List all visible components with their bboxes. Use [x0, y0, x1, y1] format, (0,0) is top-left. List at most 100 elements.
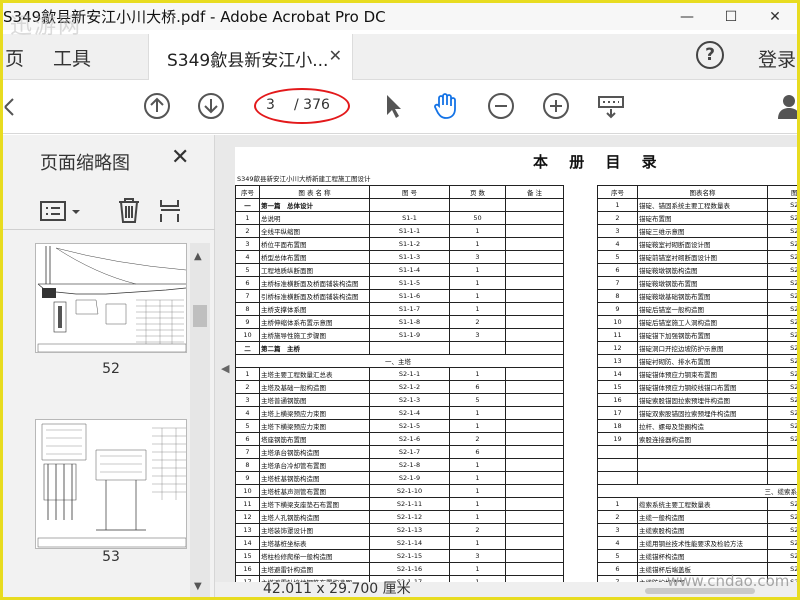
table-cell: S1-1-4 [369, 263, 450, 277]
document-view[interactable]: ◀ 本 册 目 录 S349歙县新安江小川大桥新建工程施工图设计 序号 图 表 … [215, 135, 797, 597]
table-cell [505, 289, 564, 303]
table-cell: 第一篇 总体设计 [259, 198, 370, 212]
scroll-thumb[interactable] [193, 305, 207, 327]
login-button[interactable]: 登录 [758, 45, 796, 72]
thumbnail-options-icon[interactable] [40, 198, 96, 224]
table-cell: 总说明 [259, 211, 370, 225]
keyboard-icon[interactable] [597, 92, 625, 120]
thumbnails-panel: 页面缩略图 ✕ 52 53 ▲ ▼ [3, 135, 215, 597]
table-cell: 15 [597, 380, 638, 394]
table-cell: S1-1-2 [369, 237, 450, 251]
next-page-icon[interactable] [197, 92, 225, 120]
col-header: 备 注 [505, 185, 564, 199]
table-cell: 1 [235, 367, 260, 381]
table-cell: 1 [449, 458, 506, 472]
table-cell: 锚碇后锚室施工人洞构造图 [637, 315, 768, 329]
table-cell: 锚碇锚体预应力钢束布置图 [637, 367, 768, 381]
table-cell: 7 [597, 276, 638, 290]
maximize-button[interactable]: ☐ [709, 3, 753, 30]
collapse-panel-icon[interactable]: ◀ [221, 362, 229, 375]
scroll-down-icon[interactable]: ▼ [194, 581, 202, 592]
table-cell: S2-1-10 [369, 484, 450, 498]
table-cell: 1 [449, 367, 506, 381]
table-cell: 主塔避雷针构造图 [259, 562, 370, 576]
table-cell: 10 [235, 328, 260, 342]
menu-page[interactable]: 页 [5, 44, 24, 71]
table-cell: 3 [235, 393, 260, 407]
table-row: 3 主塔普通钢筋图 S2-1-3 5 [235, 393, 564, 407]
scroll-up-icon[interactable]: ▲ [194, 251, 202, 262]
table-row: 8 主桥支撑体系图 S1-1-7 1 [235, 302, 564, 316]
previous-page-icon[interactable] [143, 92, 171, 120]
section-heading: 三、缆索系统、索鞍 [597, 484, 797, 498]
close-panel-icon[interactable]: ✕ [171, 145, 189, 170]
document-tab-label: S349歙县新安江小... [167, 51, 329, 71]
select-cursor-icon[interactable] [379, 92, 407, 120]
zoom-in-icon[interactable] [542, 92, 570, 120]
close-tab-icon[interactable]: ✕ [329, 46, 342, 65]
table-cell: 拉杆、螺母及垫圈构造 [637, 419, 768, 433]
table-cell [505, 380, 564, 394]
table-cell: 14 [235, 536, 260, 550]
table-cell: 1 [449, 562, 506, 576]
table-row: 3 桥位平面布置图 S1-1-2 1 [235, 237, 564, 251]
table-cell [505, 250, 564, 264]
table-cell: 塔座钢筋布置图 [259, 432, 370, 446]
menu-tools[interactable]: 工具 [53, 44, 91, 71]
table-cell: 8 [235, 458, 260, 472]
table-cell: S2-2 [767, 341, 797, 355]
account-icon[interactable] [777, 92, 800, 120]
close-window-button[interactable]: ✕ [753, 3, 797, 30]
table-cell: 主桥施导性施工步骤图 [259, 328, 370, 342]
table-cell: S2-3 [767, 497, 797, 511]
page-thumbnail[interactable] [35, 419, 187, 549]
table-row: 一第一篇 总体设计 [235, 198, 564, 212]
table-cell: 3 [235, 237, 260, 251]
table-cell: 9 [235, 471, 260, 485]
table-cell: 主塔人孔钢筋构造图 [259, 510, 370, 524]
minimize-button[interactable]: — [665, 3, 709, 30]
hand-tool-icon[interactable] [431, 92, 459, 120]
thumbnail-page-number: 52 [102, 361, 120, 377]
table-cell: 13 [597, 354, 638, 368]
table-cell [369, 341, 450, 355]
thumbnail-drawing [37, 246, 186, 352]
table-cell: 50 [449, 211, 506, 225]
table-cell: 引桥标准横断面及桥面铺装构造图 [259, 289, 370, 303]
delete-icon[interactable] [116, 196, 142, 224]
table-cell: 锚碇鞍墩基础钢筋布置图 [637, 289, 768, 303]
table-cell: 5 [235, 419, 260, 433]
thumbnail-scrollbar[interactable]: ▲ ▼ [190, 243, 210, 597]
table-cell: 主桥支撑体系图 [259, 302, 370, 316]
table-cell: 5 [597, 250, 638, 264]
table-cell: 11 [235, 497, 260, 511]
help-icon[interactable]: ? [696, 41, 724, 69]
table-cell: S2-1-7 [369, 445, 450, 459]
page-thumbnail[interactable] [35, 243, 187, 353]
document-tab[interactable]: S349歙县新安江小... ✕ [148, 34, 353, 80]
zoom-out-icon[interactable] [487, 92, 515, 120]
table-row: 2主缆一般构造图S2-3 [597, 510, 797, 524]
col-header: 图 号 [369, 185, 450, 199]
toc-table-left: 序号 图 表 名 称 图 号 页 数 备 注 一第一篇 总体设计 1 总说明 S1-1… [235, 185, 564, 589]
table-cell [505, 263, 564, 277]
table-cell: S2-2 [767, 354, 797, 368]
table-cell: 6 [597, 562, 638, 576]
table-row: 13锚碇衬砌防、排水布置图S2-2 [597, 354, 797, 368]
table-cell: 锚碇双索股锚固拉索预埋件构造图 [637, 406, 768, 420]
table-cell: 主缆锚杯构造图 [637, 549, 768, 563]
table-row: 16锚碇索股锚固拉索预埋件构造图S2-2 [597, 393, 797, 407]
table-cell: 2 [597, 510, 638, 524]
table-cell: 主塔普通钢筋图 [259, 393, 370, 407]
table-row: 6 主桥标准横断面及桥面铺装构造图 S1-1-5 1 [235, 276, 564, 290]
table-cell [505, 419, 564, 433]
table-cell: S2-1-12 [369, 510, 450, 524]
table-cell: 10 [597, 315, 638, 329]
table-cell [505, 549, 564, 563]
toc-subtitle: S349歙县新安江小川大桥新建工程施工图设计 [237, 175, 371, 183]
extract-pages-icon[interactable] [158, 196, 184, 224]
table-cell: 4 [597, 237, 638, 251]
table-cell: S1-1-9 [369, 328, 450, 342]
table-row: 9锚碇后锚室一般构造图S2-2 [597, 302, 797, 316]
table-cell: S2-3 [767, 536, 797, 550]
